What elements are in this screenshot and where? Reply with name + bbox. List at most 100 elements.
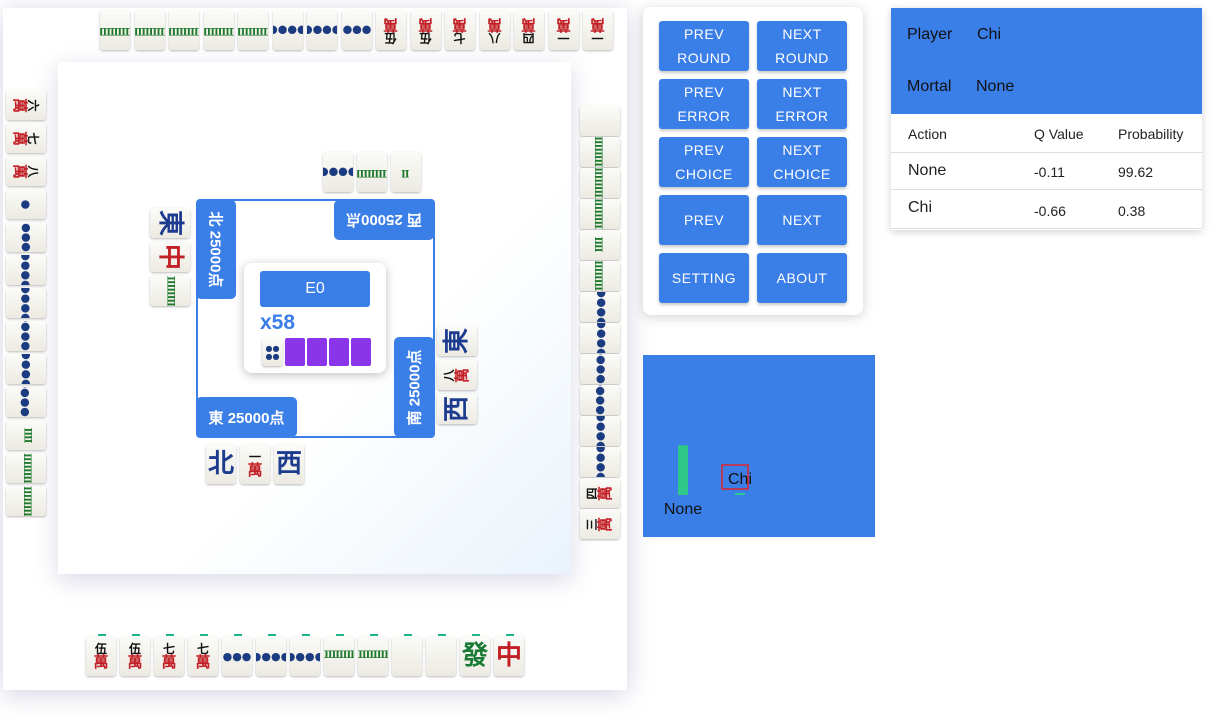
tile-7-man: 七萬	[154, 636, 184, 676]
tile-7-man: 七萬	[445, 10, 475, 50]
tile-8-man: 八萬	[6, 156, 46, 186]
tile-6-man: 六萬	[6, 90, 46, 120]
round-label: E0	[260, 271, 370, 307]
tile-6-pin: ●●●●●●	[256, 636, 286, 676]
seat-north: 北 25000点	[196, 200, 236, 299]
tile-8-pin: ●●●●●●●●	[580, 323, 620, 353]
hand-mark	[234, 634, 242, 636]
tile-1-pin: ●	[6, 189, 46, 219]
prev-error-button[interactable]: PREV ERROR	[659, 79, 749, 129]
tile-8-pin: ●●●●●●●●	[6, 354, 46, 384]
tile-white	[426, 636, 456, 676]
next-button[interactable]: NEXT	[757, 195, 847, 245]
hand-mark	[200, 634, 208, 636]
tile-6-pin: ●●●●●●	[580, 447, 620, 477]
tile-5-pin: ●●●●●	[6, 321, 46, 351]
hand-mark	[336, 634, 344, 636]
tile-9-sou: ⅡⅡⅡⅡⅡⅡⅡⅡⅡ	[580, 199, 620, 229]
tile-4-pin: ●●●●	[307, 10, 337, 50]
hand-mark	[132, 634, 140, 636]
riichi-sticks: ●● ●●	[262, 338, 371, 366]
stick-tile-icon: ●● ●●	[262, 338, 283, 366]
row-chi-prob: 0.38	[1118, 203, 1146, 219]
prev-choice-button[interactable]: PREV CHOICE	[659, 137, 749, 187]
next-error-button[interactable]: NEXT ERROR	[757, 79, 847, 129]
hand-mark	[438, 634, 446, 636]
round-info-panel: E0 x58 ●● ●●	[244, 263, 386, 373]
tile-8-sou: ⅡⅡⅡⅡⅡⅡⅡⅡ	[134, 10, 165, 50]
bar-none	[678, 445, 688, 495]
tile-north: 北	[206, 444, 236, 484]
mortal-value: None	[976, 78, 1015, 95]
tile-west: 西	[274, 444, 304, 484]
bar-label-none: None	[664, 501, 702, 518]
tile-8-man: 八萬	[437, 360, 477, 390]
tile-8-sou: ⅡⅡⅡⅡⅡⅡⅡⅡ	[100, 10, 130, 50]
prev-round-button[interactable]: PREV ROUND	[659, 21, 749, 71]
divider	[891, 152, 1202, 153]
row-none-prob: 99.62	[1118, 164, 1154, 180]
next-choice-button[interactable]: NEXT CHOICE	[757, 137, 847, 187]
row-none-action: None	[908, 162, 947, 179]
tile-8-man: 八萬	[479, 10, 510, 50]
riichi-stick	[307, 338, 327, 366]
bar-chi	[735, 493, 745, 495]
seat-west: 西 25000点	[334, 200, 434, 240]
seat-south: 南 25000点	[394, 337, 434, 437]
decision-info-panel: Player Chi Mortal None Action Q Value Pr…	[891, 8, 1202, 230]
chart-svg: NoneChi	[664, 445, 752, 518]
next-round-button[interactable]: NEXT ROUND	[757, 21, 847, 71]
hand-mark	[166, 634, 174, 636]
about-button[interactable]: ABOUT	[757, 253, 847, 303]
tile-red: 中	[150, 242, 190, 272]
tile-3-pin: ●●●	[6, 222, 46, 252]
tile-7-sou: ⅡⅡⅡⅡⅡⅡⅡ	[324, 636, 354, 676]
tile-6-pin: ●●●●●●	[6, 288, 46, 318]
tile-9-sou: ⅡⅡⅡⅡⅡⅡⅡⅡⅡ	[580, 168, 620, 198]
hand-mark	[98, 634, 106, 636]
tile-5-man: 伍萬	[376, 10, 406, 50]
tile-8-pin: ●●●●●●●●	[580, 292, 620, 322]
prev-button[interactable]: PREV	[659, 195, 749, 245]
tile-white	[580, 106, 620, 136]
tile-3-pin: ●●●	[222, 636, 252, 676]
control-panel: PREV ROUND NEXT ROUND PREV ERROR NEXT ER…	[643, 7, 863, 315]
hand-mark	[506, 634, 514, 636]
tile-8-pin: ●●●●●●●●	[290, 636, 320, 676]
hand-mark	[370, 634, 378, 636]
tile-8-sou: ⅡⅡⅡⅡⅡⅡⅡⅡ	[169, 10, 199, 50]
row-chi-q: -0.66	[1034, 203, 1066, 219]
player-value: Chi	[977, 26, 1002, 43]
tile-4-man: 四萬	[514, 10, 544, 50]
col-probability: Probability	[1118, 126, 1184, 142]
tile-5-man: 伍萬	[120, 636, 150, 676]
tile-7-man: 七萬	[188, 636, 218, 676]
tile-8-sou: ⅡⅡⅡⅡⅡⅡⅡⅡ	[358, 636, 388, 676]
tile-3-man: 三萬	[580, 509, 620, 539]
row-none-q: -0.11	[1034, 164, 1065, 180]
tile-2-sou: ⅡⅡ	[580, 230, 620, 260]
tile-7-pin: ●●●●●●●	[580, 385, 620, 415]
tile-1-sou: Ⅱ	[391, 152, 421, 192]
tile-9-pin: ●●●●●●●●●	[580, 354, 620, 384]
divider	[891, 228, 1202, 229]
tile-5-man: 伍萬	[86, 636, 116, 676]
tile-4-man: 四萬	[580, 478, 620, 508]
tile-green: 發	[460, 636, 490, 676]
tile-red: 中	[494, 636, 524, 676]
tile-2-sou: ⅡⅡ	[6, 420, 46, 450]
info-header: Player Chi Mortal None	[891, 8, 1202, 114]
hand-mark	[404, 634, 412, 636]
row-chi-action: Chi	[908, 199, 933, 216]
tile-4-sou: ⅡⅡⅡⅡ	[6, 486, 46, 516]
tile-6-pin: ●●●●●●	[580, 416, 620, 446]
tile-1-man: 一萬	[583, 10, 613, 50]
col-action: Action	[908, 126, 947, 142]
tile-8-sou: ⅡⅡⅡⅡⅡⅡⅡⅡ	[150, 276, 190, 306]
probability-chart: None Chi	[643, 355, 875, 537]
tile-east: 東	[150, 208, 190, 238]
tile-1-man: 一萬	[548, 10, 579, 50]
tile-east: 東	[437, 326, 477, 356]
setting-button[interactable]: SETTING	[659, 253, 749, 303]
tile-4-sou: ⅡⅡⅡⅡ	[6, 453, 46, 483]
